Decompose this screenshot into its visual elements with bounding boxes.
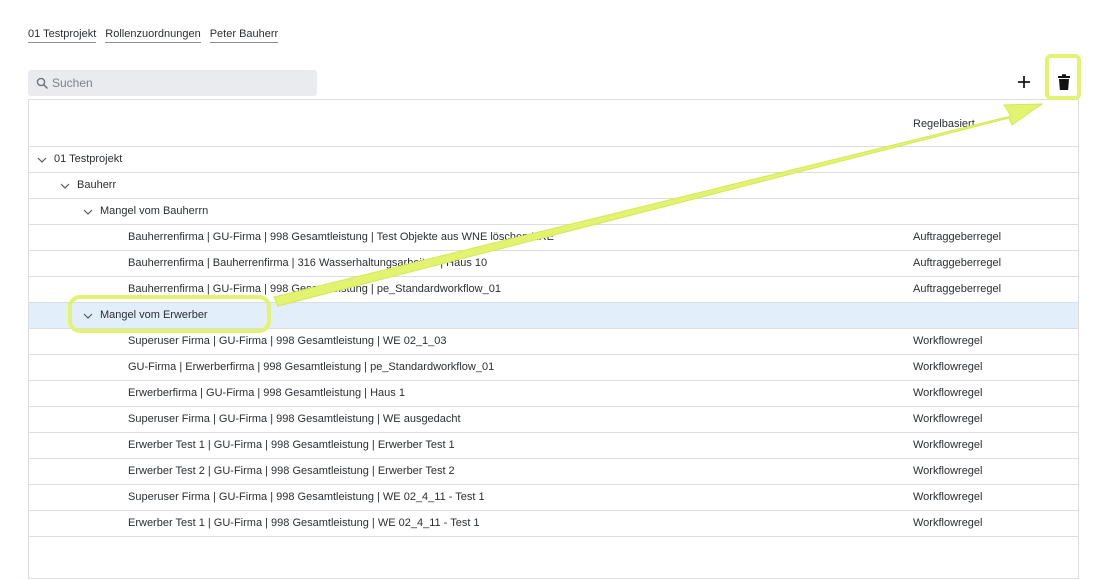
row-label: GU-Firma | Erwerberfirma | 998 Gesamtlei… [128,361,495,373]
row-rule-type: Workflowregel [913,465,983,477]
row-rule-type: Workflowregel [913,361,983,373]
highlight-selected-row [68,295,271,333]
search-box[interactable] [28,70,317,96]
breadcrumb-user[interactable]: Peter Bauherr [209,28,279,43]
chevron-down-icon[interactable] [37,155,47,165]
row-label: Bauherr [77,179,117,191]
add-button[interactable] [1012,70,1036,94]
table-row[interactable]: Erwerber Test 2 | GU-Firma | 998 Gesamtl… [29,459,1078,485]
breadcrumb: 01 Testprojekt Rollenzuordnungen Peter B… [28,28,279,43]
highlight-delete-button [1045,54,1081,100]
row-rule-type: Workflowregel [913,335,983,347]
row-rule-type: Auftraggeberregel [913,231,1002,243]
table-row[interactable]: Superuser Firma | GU-Firma | 998 Gesamtl… [29,407,1078,433]
plus-icon [1018,76,1030,88]
row-rule-type: Workflowregel [913,517,983,529]
row-label: Superuser Firma | GU-Firma | 998 Gesamtl… [128,335,447,347]
tree-group-row[interactable]: 01 Testprojekt [29,147,1078,173]
search-input[interactable] [52,76,292,90]
row-label: Erwerberfirma | GU-Firma | 998 Gesamtlei… [128,387,405,399]
row-label: Erwerber Test 1 | GU-Firma | 998 Gesamtl… [128,517,480,529]
row-label: 01 Testprojekt [54,153,123,165]
search-icon [36,77,48,89]
table-row[interactable]: Erwerber Test 1 | GU-Firma | 998 Gesamtl… [29,511,1078,537]
row-name-cell: Erwerberfirma | GU-Firma | 998 Gesamtlei… [128,387,405,400]
table-row[interactable]: Erwerberfirma | GU-Firma | 998 Gesamtlei… [29,381,1078,407]
row-label: Erwerber Test 1 | GU-Firma | 998 Gesamtl… [128,439,455,451]
row-label: Superuser Firma | GU-Firma | 998 Gesamtl… [128,491,485,503]
row-name-cell: Erwerber Test 2 | GU-Firma | 998 Gesamtl… [128,465,455,478]
row-label: Bauherrenfirma | GU-Firma | 998 Gesamtle… [128,231,554,243]
rules-table: Regelbasiert 01 Testprojekt Bauherr Mangel… [28,99,1079,579]
row-name-cell: Superuser Firma | GU-Firma | 998 Gesamtl… [128,335,447,348]
table-row[interactable]: Superuser Firma | GU-Firma | 998 Gesamtl… [29,485,1078,511]
row-name-cell: Superuser Firma | GU-Firma | 998 Gesamtl… [128,413,461,426]
row-name-cell: Bauherrenfirma | GU-Firma | 998 Gesamtle… [128,231,554,244]
row-name-cell: Erwerber Test 1 | GU-Firma | 998 Gesamtl… [128,439,455,452]
row-rule-type: Workflowregel [913,387,983,399]
table-row[interactable]: GU-Firma | Erwerberfirma | 998 Gesamtlei… [29,355,1078,381]
tree-group-row[interactable]: Mangel vom Bauherrn [29,199,1078,225]
breadcrumb-project[interactable]: 01 Testprojekt [28,28,97,43]
row-label: Mangel vom Bauherrn [100,205,209,217]
table-header: Regelbasiert [29,100,1078,147]
row-rule-type: Workflowregel [913,439,983,451]
row-name-cell: Erwerber Test 1 | GU-Firma | 998 Gesamtl… [128,517,480,530]
row-rule-type: Workflowregel [913,413,983,425]
table-row[interactable]: Erwerber Test 1 | GU-Firma | 998 Gesamtl… [29,433,1078,459]
row-name-cell: Bauherrenfirma | Bauherrenfirma | 316 Wa… [128,257,487,270]
tree-group-row[interactable]: Bauherr [29,173,1078,199]
breadcrumb-role-assignments[interactable]: Rollenzuordnungen [105,28,201,43]
row-label: Superuser Firma | GU-Firma | 998 Gesamtl… [128,413,461,425]
chevron-down-icon[interactable] [60,181,70,191]
row-name-cell: Superuser Firma | GU-Firma | 998 Gesamtl… [128,491,485,504]
row-name-cell: 01 Testprojekt [37,153,122,166]
row-name-cell: Bauherr [60,179,116,192]
row-rule-type: Auftraggeberregel [913,257,1002,269]
row-label: Erwerber Test 2 | GU-Firma | 998 Gesamtl… [128,465,455,477]
row-rule-type: Workflowregel [913,491,983,503]
table-row[interactable]: Bauherrenfirma | GU-Firma | 998 Gesamtle… [29,225,1078,251]
row-rule-type: Auftraggeberregel [913,283,1002,295]
row-name-cell: GU-Firma | Erwerberfirma | 998 Gesamtlei… [128,361,494,374]
row-label: Bauherrenfirma | Bauherrenfirma | 316 Wa… [128,257,488,269]
chevron-down-icon[interactable] [83,207,93,217]
column-header-rule-based[interactable]: Regelbasiert [913,118,975,130]
row-name-cell: Mangel vom Bauherrn [83,205,208,218]
table-body: 01 Testprojekt Bauherr Mangel vom Bauherrn… [29,147,1078,537]
table-row[interactable]: Bauherrenfirma | Bauherrenfirma | 316 Wa… [29,251,1078,277]
